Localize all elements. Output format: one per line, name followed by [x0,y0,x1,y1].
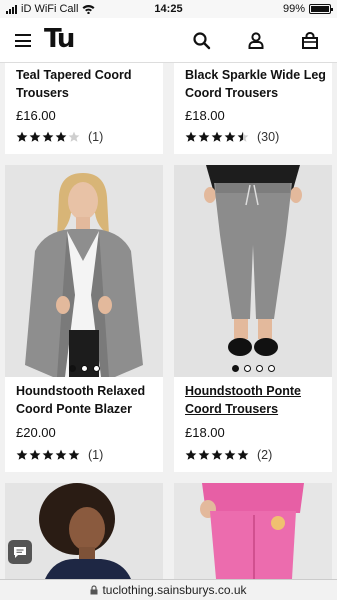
product-title-line2[interactable]: Trousers [16,83,69,103]
status-bar: iD WiFi Call 14:25 99% [0,0,337,18]
star-full-icon [42,449,54,460]
lock-icon [90,585,98,595]
product-card[interactable]: Teal Tapered Coord Trousers £16.00 (1) [5,63,163,154]
model-photo-trousers [174,165,332,377]
star-full-icon [224,449,236,460]
bag-icon[interactable] [300,31,320,51]
star-full-icon [29,449,41,460]
rating-count: (30) [257,130,280,144]
url-text[interactable]: tuclothing.sainsburys.co.uk [102,583,246,597]
product-rating: (30) [185,130,279,144]
carousel-dot[interactable] [92,365,100,372]
star-full-icon [55,449,67,460]
model-photo-blazer [5,165,163,377]
carousel-dot-active[interactable] [231,365,239,372]
star-full-icon [29,131,41,142]
carousel-dot[interactable] [255,365,263,372]
battery-icon [309,4,333,14]
star-full-icon [185,449,197,460]
product-rating: (2) [185,448,272,462]
star-full-icon [42,131,54,142]
star-rating [185,131,249,143]
product-card[interactable] [5,483,163,579]
battery-percent: 99% [282,3,305,15]
account-icon[interactable] [246,31,266,51]
star-empty-icon [68,131,80,142]
product-rating: (1) [16,448,103,462]
carousel-dot-active[interactable] [68,365,76,372]
product-title-line1[interactable]: Black Sparkle Wide Leg [185,65,326,85]
star-rating [185,449,249,461]
tu-logo[interactable]: Tu [44,24,75,54]
star-rating [16,449,80,461]
star-full-icon [211,449,223,460]
product-card[interactable]: Black Sparkle Wide Leg Coord Trousers £1… [174,63,332,154]
star-full-icon [55,131,67,142]
star-rating [16,131,80,143]
product-rating: (1) [16,130,103,144]
star-half-icon [237,131,249,142]
site-header: Tu [0,18,337,63]
product-title-line2[interactable]: Coord Trousers [185,83,278,103]
product-price: £16.00 [16,108,56,123]
product-title-line2[interactable]: Coord Ponte Blazer [16,399,132,419]
browser-url-bar[interactable]: tuclothing.sainsburys.co.uk [0,579,337,600]
product-image[interactable] [5,165,163,377]
star-full-icon [16,449,28,460]
product-image[interactable] [174,165,332,377]
model-photo-curly-hair [5,483,163,579]
carousel-dot[interactable] [267,365,275,372]
model-photo-pink-joggers [174,483,332,579]
product-title-line1[interactable]: Houndstooth Relaxed [16,381,145,401]
product-price: £18.00 [185,108,225,123]
image-carousel-dots[interactable] [5,365,163,372]
chat-button[interactable] [8,540,32,564]
hamburger-menu-icon[interactable] [15,34,31,47]
chat-icon [14,546,26,558]
star-full-icon [211,131,223,142]
product-image[interactable] [174,483,332,579]
carousel-dot[interactable] [243,365,251,372]
star-full-icon [16,131,28,142]
product-card[interactable]: Houndstooth Ponte Coord Trousers £18.00 … [174,165,332,472]
star-full-icon [237,449,249,460]
rating-count: (2) [257,448,273,462]
image-carousel-dots[interactable] [174,365,332,372]
product-title-line1[interactable]: Houndstooth Ponte [185,381,301,401]
star-full-icon [198,131,210,142]
star-full-icon [198,449,210,460]
star-full-icon [224,131,236,142]
star-full-icon [185,131,197,142]
carousel-dot[interactable] [80,365,88,372]
product-card[interactable] [174,483,332,579]
product-card[interactable]: Houndstooth Relaxed Coord Ponte Blazer £… [5,165,163,472]
search-icon[interactable] [192,31,212,51]
product-title-line2[interactable]: Coord Trousers [185,399,278,419]
product-title-line1[interactable]: Teal Tapered Coord [16,65,132,85]
product-image[interactable] [5,483,163,579]
product-price: £18.00 [185,425,225,440]
product-price: £20.00 [16,425,56,440]
star-full-icon [68,449,80,460]
status-right: 99% [282,3,333,15]
rating-count: (1) [88,130,104,144]
rating-count: (1) [88,448,104,462]
